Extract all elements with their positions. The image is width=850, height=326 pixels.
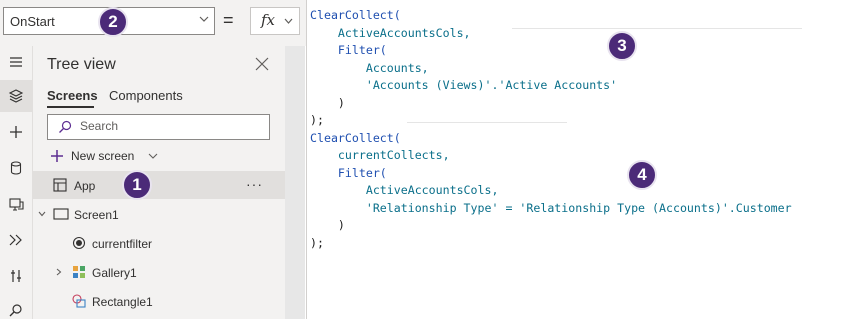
code-line-7: ); — [310, 113, 324, 127]
code-line-11: ActiveAccountsCols, — [310, 183, 499, 197]
chevron-down-icon — [148, 153, 158, 159]
chevron-down-icon — [284, 18, 293, 24]
chevron-down-icon — [199, 16, 209, 22]
search-input[interactable] — [80, 119, 260, 133]
new-screen-label: New screen — [71, 149, 135, 163]
hamburger-icon[interactable] — [0, 46, 32, 78]
code-line-3: Filter( — [310, 43, 387, 57]
search-icon[interactable] — [0, 294, 32, 326]
tree-item-label: Rectangle1 — [92, 295, 153, 309]
code-line-13: ) — [310, 218, 345, 232]
radio-control-icon — [72, 236, 86, 250]
code-line-14: ); — [310, 235, 324, 250]
tree-item-label: Screen1 — [74, 208, 119, 222]
callout-badge-1: 1 — [122, 170, 152, 200]
panel-scrollbar[interactable] — [285, 46, 305, 319]
selected-tab-indicator — [47, 106, 94, 108]
tree-item-currentfilter[interactable]: currentfilter — [33, 229, 285, 257]
code-line-2: ActiveAccountsCols, — [310, 25, 471, 40]
chevron-down-icon[interactable] — [38, 210, 46, 218]
app-icon — [53, 178, 67, 192]
callout-badge-2: 2 — [98, 7, 128, 37]
formula-editor[interactable]: ClearCollect( ActiveAccountsCols, Filter… — [306, 0, 850, 319]
chevron-right-icon[interactable] — [55, 268, 63, 276]
code-line-8: ClearCollect( — [310, 130, 401, 145]
advanced-tools-icon[interactable] — [0, 224, 32, 256]
search-box — [47, 114, 270, 140]
rectangle-icon — [72, 294, 86, 308]
callout-badge-4: 4 — [627, 160, 657, 190]
close-icon[interactable] — [255, 57, 269, 71]
tree-item-label: App — [74, 179, 96, 193]
code-line-4: Accounts, — [310, 60, 429, 75]
panel-title: Tree view — [47, 56, 116, 73]
formula-code[interactable]: ClearCollect( ActiveAccountsCols, Filter… — [310, 7, 792, 252]
tree-item-label: Gallery1 — [92, 266, 137, 280]
tree-item-screen1[interactable]: Screen1 — [33, 200, 285, 228]
data-icon[interactable] — [0, 152, 32, 184]
callout-badge-3: 3 — [607, 31, 637, 61]
tree-view-panel: Tree view Screens Components New screen … — [33, 46, 285, 319]
tree-item-gallery1[interactable]: Gallery1 — [33, 258, 285, 286]
code-line-12: 'Relationship Type' = 'Relationship Type… — [310, 200, 792, 215]
fx-label: fx — [261, 11, 276, 29]
media-icon[interactable] — [0, 188, 32, 220]
left-rail — [0, 46, 33, 319]
gallery-icon — [73, 266, 85, 278]
property-value: OnStart — [10, 14, 55, 29]
code-line-1: ClearCollect( — [310, 8, 401, 22]
equals-sign: = — [223, 10, 234, 30]
tools-icon[interactable] — [0, 260, 32, 292]
tree-item-rectangle1[interactable]: Rectangle1 — [33, 287, 285, 315]
tab-components[interactable]: Components — [109, 88, 183, 103]
code-line-9: currentCollects, — [310, 148, 450, 162]
code-line-10: Filter( — [310, 165, 387, 180]
fx-button[interactable]: fx — [250, 7, 300, 35]
add-icon — [51, 150, 63, 162]
search-icon — [59, 120, 72, 133]
tree-item-label: currentfilter — [92, 237, 153, 251]
screen-icon — [53, 208, 69, 220]
code-line-5: 'Accounts (Views)'.'Active Accounts' — [310, 78, 618, 92]
tree-item-app[interactable]: App ··· — [33, 171, 285, 199]
more-options-icon[interactable]: ··· — [246, 176, 263, 192]
add-icon[interactable] — [0, 116, 32, 148]
tab-screens[interactable]: Screens — [47, 88, 98, 103]
layers-icon[interactable] — [0, 80, 32, 112]
code-line-6: ) — [310, 95, 345, 110]
formula-bar: OnStart = fx — [0, 0, 306, 46]
